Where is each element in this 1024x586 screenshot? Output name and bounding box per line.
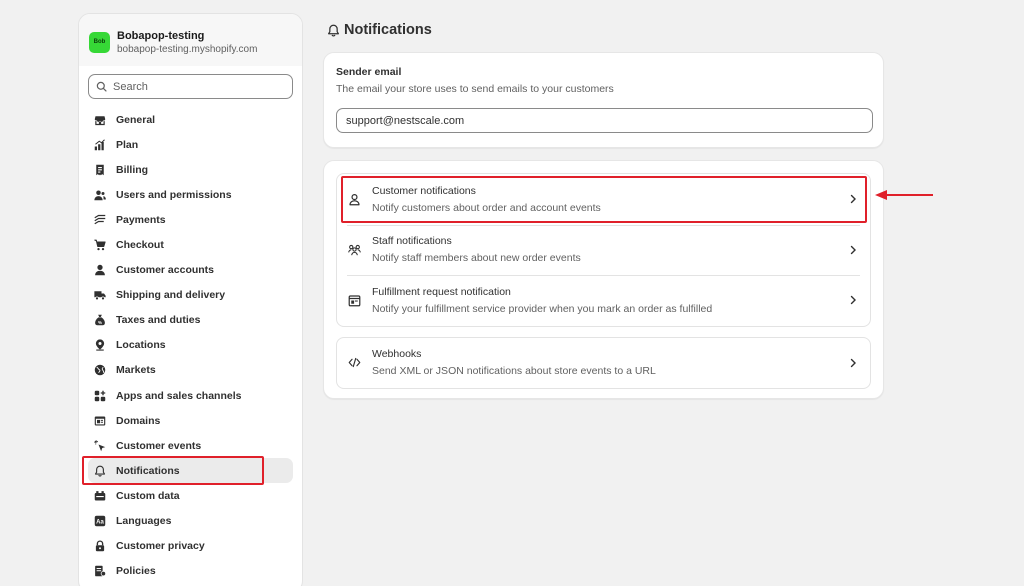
policy-icon [94, 565, 106, 577]
search-box[interactable] [88, 74, 293, 99]
search-icon [96, 81, 107, 92]
settings-sidebar: Bob Bobapop-testing bobapop-testing.mysh… [78, 13, 303, 586]
sender-email-description: The email your store uses to send emails… [336, 83, 614, 95]
person-outline-icon [347, 192, 361, 206]
sidebar-item-label: Locations [116, 339, 166, 352]
row-description: Notify staff members about new order eve… [372, 252, 581, 265]
svg-text:%: % [98, 320, 102, 325]
store-name: Bobapop-testing [117, 29, 205, 42]
row-title: Customer notifications [372, 184, 476, 197]
sidebar-item-general[interactable]: General [88, 107, 293, 132]
sidebar-item-custom-data[interactable]: Custom data [88, 483, 293, 508]
notification-list: Customer notifications Notify customers … [336, 173, 871, 327]
svg-text:Aa: Aa [96, 519, 104, 525]
sidebar-item-label: Billing [116, 163, 149, 176]
chevron-right-icon [850, 296, 856, 305]
tax-bag-icon: % [94, 314, 106, 326]
sidebar-item-plan[interactable]: Plan [88, 132, 293, 157]
row-description: Notify your fulfillment service provider… [372, 302, 713, 315]
person-icon [94, 264, 106, 276]
truck-icon [94, 289, 106, 301]
domain-icon [94, 415, 106, 427]
sidebar-item-languages[interactable]: Aa Languages [88, 509, 293, 534]
sidebar-item-markets[interactable]: Markets [88, 358, 293, 383]
sidebar-item-taxes[interactable]: % Taxes and duties [88, 308, 293, 333]
staff-notifications-row[interactable]: Staff notifications Notify staff members… [337, 224, 870, 276]
settings-nav: General Plan Billing Users and permissio… [79, 103, 302, 584]
sidebar-item-label: Notifications [116, 464, 180, 477]
webhooks-list: Webhooks Send XML or JSON notifications … [336, 336, 871, 389]
sidebar-item-label: Taxes and duties [116, 314, 201, 327]
red-arrow-annotation [875, 190, 933, 200]
sidebar-item-label: General [116, 113, 156, 126]
row-title: Fulfillment request notification [372, 285, 511, 298]
staff-group-icon [347, 243, 361, 257]
chevron-right-icon [850, 195, 856, 204]
sidebar-item-label: Markets [116, 364, 156, 377]
billing-receipt-icon [94, 164, 106, 176]
sidebar-item-label: Languages [116, 515, 172, 528]
bell-icon [94, 465, 106, 477]
sidebar-item-policies[interactable]: Policies [88, 559, 293, 584]
sidebar-item-payments[interactable]: Payments [88, 207, 293, 232]
cart-icon [94, 239, 106, 251]
sidebar-item-apps[interactable]: Apps and sales channels [88, 383, 293, 408]
row-description: Notify customers about order and account… [372, 201, 601, 214]
sidebar-item-notifications[interactable]: Notifications [88, 458, 293, 484]
sidebar-item-billing[interactable]: Billing [88, 157, 293, 182]
code-icon [347, 356, 361, 370]
bell-icon [328, 24, 339, 37]
sidebar-item-label: Policies [116, 565, 156, 578]
search-input[interactable] [113, 80, 283, 93]
page-title-text: Notifications [344, 22, 432, 38]
store-icon [94, 114, 106, 126]
sidebar-item-label: Custom data [116, 489, 180, 502]
apps-icon [94, 390, 106, 402]
webhooks-row[interactable]: Webhooks Send XML or JSON notifications … [337, 338, 870, 389]
users-icon [94, 189, 106, 201]
location-pin-icon [94, 339, 106, 352]
language-icon: Aa [94, 515, 106, 527]
sidebar-item-label: Users and permissions [116, 188, 232, 201]
store-domain: bobapop-testing.myshopify.com [117, 43, 258, 55]
cursor-click-icon [94, 440, 106, 452]
globe-icon [94, 364, 106, 376]
sender-email-title: Sender email [336, 66, 402, 78]
sidebar-item-users[interactable]: Users and permissions [88, 182, 293, 207]
plan-chart-icon [94, 139, 106, 151]
sidebar-item-checkout[interactable]: Checkout [88, 232, 293, 257]
store-switcher[interactable]: Bob Bobapop-testing bobapop-testing.mysh… [79, 14, 302, 66]
sidebar-item-locations[interactable]: Locations [88, 333, 293, 358]
lock-icon [94, 540, 106, 552]
store-avatar: Bob [89, 31, 110, 53]
sidebar-item-label: Plan [116, 138, 139, 151]
payments-icon [94, 214, 106, 226]
sidebar-item-customer-events[interactable]: Customer events [88, 433, 293, 458]
sidebar-item-customer-privacy[interactable]: Customer privacy [88, 534, 293, 559]
fulfillment-notification-row[interactable]: Fulfillment request notification Notify … [337, 275, 870, 326]
notifications-card: Customer notifications Notify customers … [323, 160, 884, 399]
sidebar-item-label: Checkout [116, 239, 164, 252]
chevron-right-icon [850, 245, 856, 254]
row-description: Send XML or JSON notifications about sto… [372, 365, 656, 378]
sidebar-item-label: Customer privacy [116, 540, 205, 553]
sidebar-item-customer-accounts[interactable]: Customer accounts [88, 258, 293, 283]
custom-data-icon [94, 490, 106, 502]
sidebar-item-label: Apps and sales channels [116, 389, 242, 402]
sidebar-item-domains[interactable]: Domains [88, 408, 293, 433]
sidebar-item-label: Payments [116, 213, 166, 226]
sender-email-field[interactable] [336, 108, 873, 133]
fulfillment-icon [347, 293, 361, 307]
sender-email-card: Sender email The email your store uses t… [323, 52, 884, 148]
sidebar-item-label: Customer events [116, 439, 202, 452]
page-title: Notifications [327, 22, 432, 38]
chevron-right-icon [850, 358, 856, 367]
row-title: Staff notifications [372, 235, 452, 248]
sidebar-item-shipping[interactable]: Shipping and delivery [88, 283, 293, 308]
row-title: Webhooks [372, 348, 422, 361]
customer-notifications-row[interactable]: Customer notifications Notify customers … [337, 174, 870, 225]
sidebar-item-label: Shipping and delivery [116, 289, 226, 302]
sidebar-item-label: Customer accounts [116, 264, 215, 277]
sidebar-item-label: Domains [116, 414, 161, 427]
